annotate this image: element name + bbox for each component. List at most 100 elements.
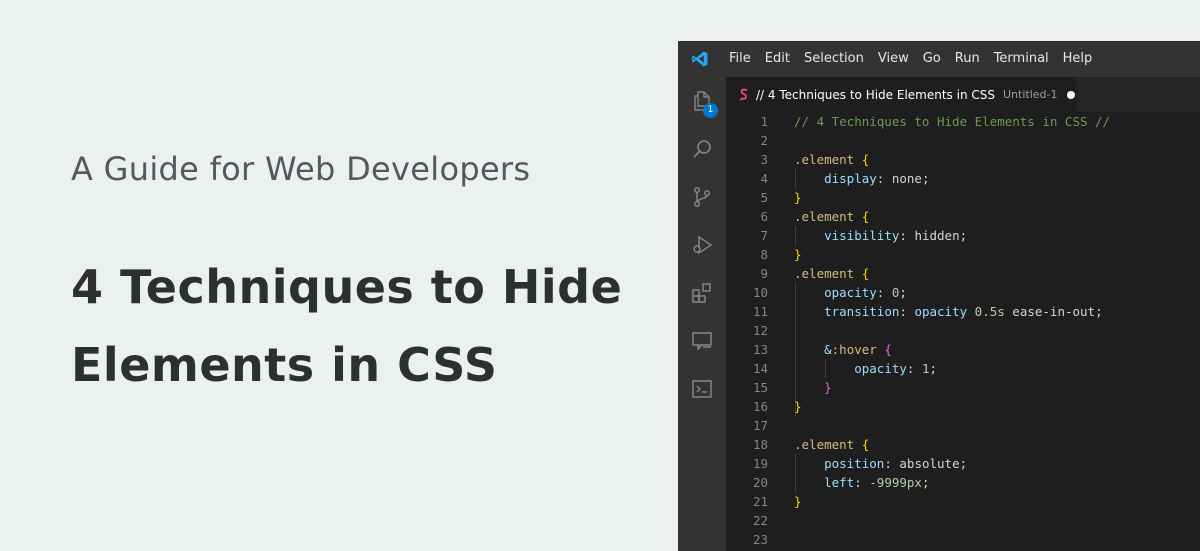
code-token: .element [794, 152, 855, 167]
hero-title: 4 Techniques to Hide Elements in CSS [71, 248, 671, 404]
code-token: : [876, 285, 892, 300]
code-text: } [794, 245, 802, 264]
line-number: 21 [752, 494, 768, 509]
hero-title-line-2: Elements in CSS [71, 338, 498, 392]
menu-items: File Edit Selection View Go Run Terminal Help [722, 41, 1099, 77]
run-debug-icon[interactable] [678, 223, 726, 267]
code-token: none [891, 171, 922, 186]
tab-bar: // 4 Techniques to Hide Elements in CSS … [726, 77, 1200, 112]
code-line: 15 } [726, 378, 1200, 397]
code-line: 1 // 4 Techniques to Hide Elements in CSS… [726, 112, 1200, 131]
menu-edit[interactable]: Edit [758, 41, 797, 77]
line-number: 8 [760, 247, 768, 262]
code-editor-window: File Edit Selection View Go Run Terminal Help 1 [678, 41, 1200, 551]
code-line: 22 [726, 511, 1200, 530]
code-line: 14 opacity: 1; [726, 359, 1200, 378]
code-text: } [794, 397, 802, 416]
code-token: hidden [914, 228, 960, 243]
source-control-icon[interactable] [678, 175, 726, 219]
code-text: display: none; [794, 169, 930, 188]
code-token: : [906, 361, 922, 376]
menu-selection[interactable]: Selection [797, 41, 871, 77]
line-number: 16 [752, 399, 768, 414]
code-line: 21} [726, 492, 1200, 511]
code-line: 3 .element { [726, 150, 1200, 169]
code-line: 4 display: none; [726, 169, 1200, 188]
code-token: : [854, 475, 870, 490]
line-number: 1 [760, 114, 768, 129]
code-line: 10 opacity: 0; [726, 283, 1200, 302]
code-text: .element { [794, 435, 869, 454]
code-token: ; [921, 171, 930, 186]
line-number: 3 [760, 152, 768, 167]
line-number: 5 [760, 190, 768, 205]
code-token: // 4 Techniques to Hide Elements in CSS … [794, 114, 1111, 129]
code-token: opacity [914, 304, 968, 319]
code-line: 9 .element { [726, 264, 1200, 283]
menu-bar: File Edit Selection View Go Run Terminal Help [678, 41, 1200, 77]
explorer-icon[interactable]: 1 [678, 79, 726, 123]
menu-help[interactable]: Help [1056, 41, 1100, 77]
code-token: .element [794, 209, 855, 224]
code-token: position [824, 456, 885, 471]
code-text: } [794, 188, 802, 207]
line-number: 23 [752, 532, 768, 547]
search-icon[interactable] [678, 127, 726, 171]
line-number: 19 [752, 456, 768, 471]
menu-go[interactable]: Go [916, 41, 948, 77]
code-text: opacity: 0; [794, 283, 907, 302]
code-token: { [861, 266, 870, 281]
menu-run[interactable]: Run [948, 41, 987, 77]
code-token: 1 [921, 361, 930, 376]
code-token: display [824, 171, 877, 186]
code-token: left [824, 475, 855, 490]
code-text: .element { [794, 264, 869, 283]
code-line: 20 left: -9999px; [726, 473, 1200, 492]
code-line: 5} [726, 188, 1200, 207]
code-token: ; [1095, 304, 1103, 319]
code-token: { [884, 342, 892, 357]
code-token: opacity [854, 361, 907, 376]
code-token: : [899, 304, 915, 319]
extensions-icon[interactable] [678, 271, 726, 315]
tab-description: Untitled-1 [1003, 88, 1058, 101]
terminal-icon[interactable] [678, 367, 726, 411]
code-text: } [794, 492, 802, 511]
code-token: { [861, 437, 870, 452]
code-token: visibility [824, 228, 900, 243]
code-text: // 4 Techniques to Hide Elements in CSS … [794, 112, 1110, 131]
code-token: 0.5s [974, 304, 1005, 319]
code-line: 2 [726, 131, 1200, 150]
line-number: 9 [760, 266, 768, 281]
code-line: 12 [726, 321, 1200, 340]
code-text: transition: opacity 0.5s ease-in-out; [794, 302, 1103, 321]
code-line: 11 transition: opacity 0.5s ease-in-out; [726, 302, 1200, 321]
code-token: -9999px [869, 475, 922, 490]
tab-untitled-1[interactable]: // 4 Techniques to Hide Elements in CSS … [726, 77, 1076, 112]
line-number: 15 [752, 380, 768, 395]
code-text: &:hover { [794, 340, 892, 359]
line-number: 11 [752, 304, 768, 319]
code-token: : [884, 456, 900, 471]
menu-file[interactable]: File [722, 41, 758, 77]
menu-view[interactable]: View [871, 41, 916, 77]
code-area[interactable]: 1 // 4 Techniques to Hide Elements in CSS… [726, 112, 1200, 551]
line-number: 2 [760, 133, 768, 148]
code-text: visibility: hidden; [794, 226, 967, 245]
code-token: } [794, 494, 802, 509]
line-number: 22 [752, 513, 768, 528]
line-number: 6 [760, 209, 768, 224]
code-line: 19 position: absolute; [726, 454, 1200, 473]
menu-terminal[interactable]: Terminal [987, 41, 1056, 77]
remote-explorer-icon[interactable] [678, 319, 726, 363]
code-line: 8} [726, 245, 1200, 264]
code-text: } [794, 378, 832, 397]
unsaved-dot-icon[interactable] [1067, 90, 1076, 99]
code-token: .element [794, 266, 855, 281]
